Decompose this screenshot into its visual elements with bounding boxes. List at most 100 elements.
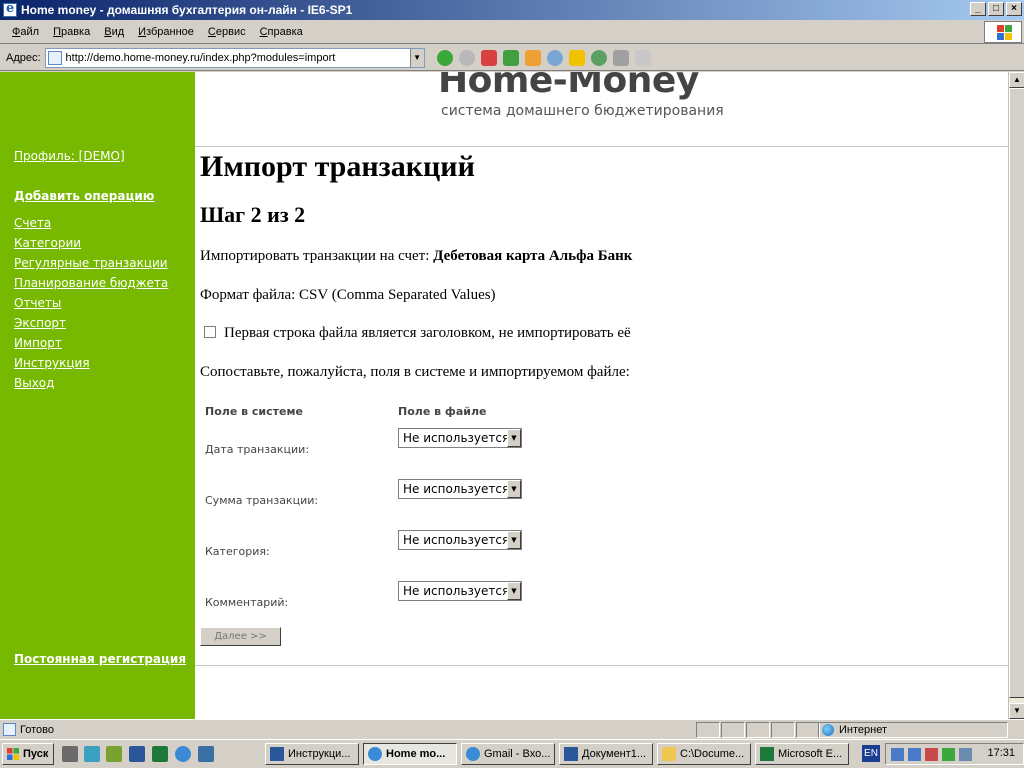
task-document[interactable]: Документ1... bbox=[559, 743, 653, 765]
quicklaunch-ie-icon[interactable] bbox=[175, 746, 191, 762]
menu-tools[interactable]: Сервис bbox=[208, 26, 246, 38]
sidebar-item-instructions[interactable]: Инструкция bbox=[14, 356, 90, 370]
ie-icon bbox=[368, 747, 382, 761]
quicklaunch-excel-icon[interactable] bbox=[152, 746, 168, 762]
refresh-icon[interactable] bbox=[502, 49, 519, 66]
page-viewport: Профиль: [DEMO] Добавить операцию Счета … bbox=[0, 72, 1008, 719]
status-panel bbox=[796, 722, 820, 738]
network-disconnected-icon[interactable] bbox=[925, 748, 938, 761]
vertical-scrollbar[interactable]: ▲ ▼ bbox=[1008, 72, 1024, 719]
amount-field-select-value: Не используется bbox=[403, 482, 510, 496]
network-icon[interactable] bbox=[908, 748, 921, 761]
address-label: Адрес: bbox=[6, 51, 41, 64]
task-folder[interactable]: C:\Docume... bbox=[657, 743, 751, 765]
account-value: Дебетовая карта Альфа Банк bbox=[433, 248, 633, 264]
profile-link[interactable]: Профиль: [DEMO] bbox=[14, 149, 125, 163]
quicklaunch-outlook-icon[interactable] bbox=[198, 746, 214, 762]
menu-view[interactable]: Вид bbox=[104, 26, 124, 38]
scroll-up-icon[interactable]: ▲ bbox=[1009, 72, 1024, 88]
sidebar-item-budget-planning[interactable]: Планирование бюджета bbox=[14, 276, 168, 290]
stop-icon[interactable] bbox=[480, 49, 497, 66]
sidebar-item-regular-transactions[interactable]: Регулярные транзакции bbox=[14, 256, 168, 270]
antivirus-icon[interactable] bbox=[942, 748, 955, 761]
globe-icon bbox=[822, 724, 834, 736]
format-line: Формат файла: CSV (Comma Separated Value… bbox=[200, 287, 496, 303]
history-icon[interactable] bbox=[590, 49, 607, 66]
toolbar-icons bbox=[436, 49, 651, 66]
mapping-field-comment: Комментарий: bbox=[205, 596, 289, 609]
sidebar-item-logout[interactable]: Выход bbox=[14, 376, 54, 390]
edit-icon[interactable] bbox=[634, 49, 651, 66]
windows-flag-icon bbox=[7, 748, 19, 760]
page-done-icon bbox=[3, 723, 16, 736]
account-label: Импортировать транзакции на счет: bbox=[200, 248, 430, 264]
quicklaunch-app-icon[interactable] bbox=[84, 746, 100, 762]
print-icon[interactable] bbox=[612, 49, 629, 66]
security-zone: Интернет bbox=[818, 722, 1008, 738]
start-button[interactable]: Пуск bbox=[2, 743, 54, 765]
menu-help[interactable]: Справка bbox=[260, 26, 303, 38]
account-line: Импортировать транзакции на счет: Дебето… bbox=[200, 248, 632, 265]
address-input[interactable]: http://demo.home-money.ru/index.php?modu… bbox=[44, 47, 425, 68]
page-icon bbox=[47, 50, 62, 65]
chevron-down-icon: ▼ bbox=[507, 582, 521, 600]
ie-icon bbox=[3, 1, 17, 17]
word-icon bbox=[564, 747, 578, 761]
language-indicator[interactable]: EN bbox=[862, 745, 880, 762]
network-icon[interactable] bbox=[891, 748, 904, 761]
sidebar-item-reports[interactable]: Отчеты bbox=[14, 296, 61, 310]
taskbar: Пуск Инструкци... Home mo... Gmail - Вхо… bbox=[0, 739, 1024, 768]
favorites-icon[interactable] bbox=[568, 49, 585, 66]
window-controls: _ □ × bbox=[970, 2, 1022, 16]
task-gmail[interactable]: Gmail - Вхо... bbox=[461, 743, 555, 765]
sidebar-item-categories[interactable]: Категории bbox=[14, 236, 81, 250]
chevron-down-icon: ▼ bbox=[507, 480, 521, 498]
sidebar-item-export[interactable]: Экспорт bbox=[14, 316, 66, 330]
permanent-registration-link[interactable]: Постоянная регистрация bbox=[14, 652, 186, 666]
date-field-select-value: Не используется bbox=[403, 431, 510, 445]
address-dropdown-icon[interactable]: ▼ bbox=[409, 48, 424, 67]
mapping-header-file: Поле в файле bbox=[398, 405, 487, 418]
maximize-button[interactable]: □ bbox=[988, 2, 1004, 16]
forward-icon[interactable] bbox=[458, 49, 475, 66]
task-home-money[interactable]: Home mo... bbox=[363, 743, 457, 765]
task-label: Microsoft E... bbox=[778, 748, 843, 760]
volume-icon[interactable] bbox=[959, 748, 972, 761]
start-label: Пуск bbox=[23, 748, 49, 760]
windows-logo-icon bbox=[984, 21, 1022, 43]
status-panel bbox=[771, 722, 795, 738]
sidebar-item-accounts[interactable]: Счета bbox=[14, 216, 51, 230]
search-icon[interactable] bbox=[546, 49, 563, 66]
task-instructions[interactable]: Инструкци... bbox=[265, 743, 359, 765]
status-bar: Готово Интернет bbox=[0, 719, 1024, 739]
task-label: C:\Docume... bbox=[680, 748, 745, 760]
clock[interactable]: 17:31 bbox=[987, 747, 1015, 759]
address-url: http://demo.home-money.ru/index.php?modu… bbox=[65, 51, 336, 64]
quicklaunch-word-icon[interactable] bbox=[129, 746, 145, 762]
home-icon[interactable] bbox=[524, 49, 541, 66]
add-operation-link[interactable]: Добавить операцию bbox=[14, 189, 154, 203]
mapping-field-category: Категория: bbox=[205, 545, 270, 558]
header-row-checkbox-label[interactable]: Первая строка файла является заголовком,… bbox=[224, 325, 631, 342]
quicklaunch-app-icon[interactable] bbox=[106, 746, 122, 762]
close-button[interactable]: × bbox=[1006, 2, 1022, 16]
next-button[interactable]: Далее >> bbox=[200, 627, 281, 646]
menu-favorites[interactable]: Избранное bbox=[138, 26, 194, 38]
menu-file[interactable]: Файл bbox=[12, 26, 39, 38]
sidebar-item-import[interactable]: Импорт bbox=[14, 336, 62, 350]
date-field-select[interactable]: Не используется ▼ bbox=[398, 428, 522, 448]
minimize-button[interactable]: _ bbox=[970, 2, 986, 16]
excel-icon bbox=[760, 747, 774, 761]
category-field-select[interactable]: Не используется ▼ bbox=[398, 530, 522, 550]
task-excel[interactable]: Microsoft E... bbox=[755, 743, 849, 765]
comment-field-select[interactable]: Не используется ▼ bbox=[398, 581, 522, 601]
menu-edit[interactable]: Правка bbox=[53, 26, 90, 38]
scroll-thumb[interactable] bbox=[1009, 88, 1024, 698]
quicklaunch-app-icon[interactable] bbox=[62, 746, 78, 762]
amount-field-select[interactable]: Не используется ▼ bbox=[398, 479, 522, 499]
comment-field-select-value: Не используется bbox=[403, 584, 510, 598]
scroll-down-icon[interactable]: ▼ bbox=[1009, 703, 1024, 719]
status-panel bbox=[746, 722, 770, 738]
header-row-checkbox[interactable] bbox=[204, 326, 216, 338]
back-icon[interactable] bbox=[436, 49, 453, 66]
